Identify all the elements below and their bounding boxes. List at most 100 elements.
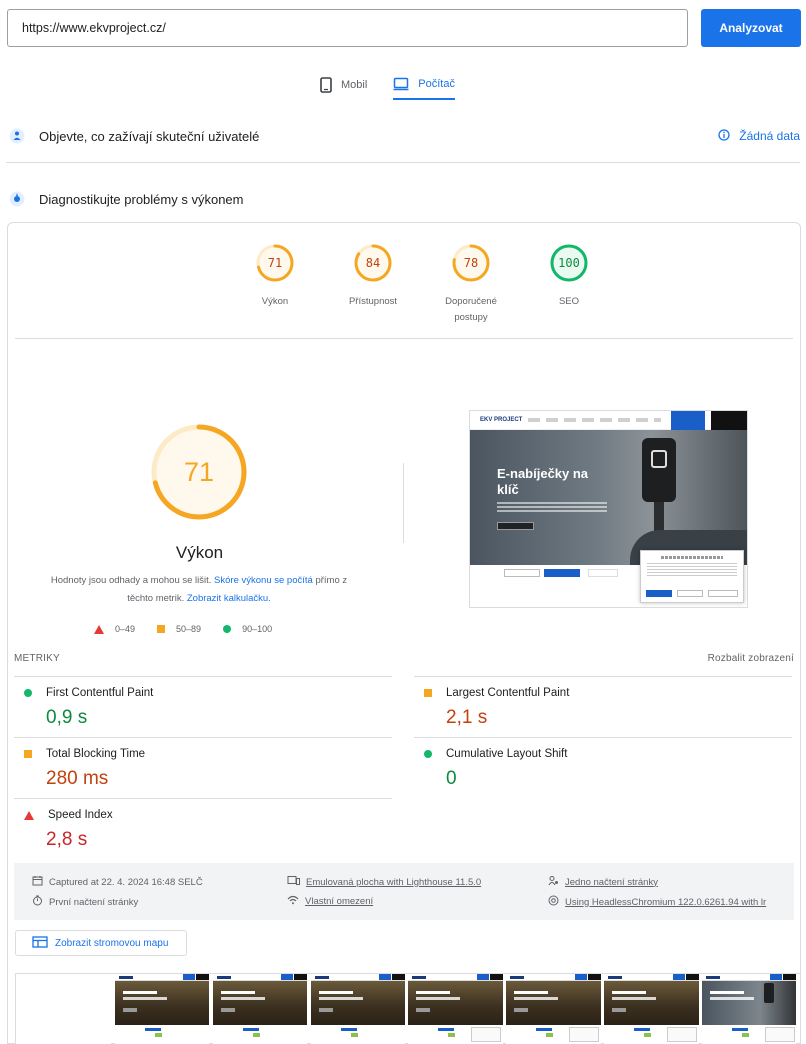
url-input[interactable]: https://www.ekvproject.cz/ bbox=[7, 9, 688, 47]
metric-fcp: First Contentful Paint 0,9 s bbox=[14, 676, 392, 737]
gauges-divider bbox=[15, 338, 793, 339]
legend-item-average: 50–89 bbox=[157, 624, 201, 634]
charger-image bbox=[642, 438, 676, 502]
filmstrip-frame bbox=[212, 974, 308, 1044]
metric-name: Cumulative Layout Shift bbox=[446, 748, 568, 760]
initial-load-text: První načtení stránky bbox=[49, 896, 139, 908]
calculator-link[interactable]: Zobrazit kalkulačku. bbox=[187, 593, 271, 604]
treemap-button[interactable]: Zobrazit stromovou mapu bbox=[15, 930, 187, 956]
throttling-text: Vlastní omezení bbox=[305, 896, 374, 907]
screenshot-button bbox=[544, 569, 580, 577]
metric-name: Largest Contentful Paint bbox=[446, 687, 570, 699]
square-icon bbox=[157, 625, 166, 633]
tab-mobile-label: Mobil bbox=[341, 79, 368, 91]
screenshot-button bbox=[588, 569, 618, 577]
calendar-icon bbox=[32, 875, 43, 889]
legend-item-poor: 0–49 bbox=[94, 624, 135, 634]
screenshot-hero-title: E-nabíječky na klíč bbox=[497, 466, 589, 497]
captured-info: Captured at 22. 4. 2024 16:48 SELČ bbox=[32, 875, 203, 889]
filmstrip-frame bbox=[16, 974, 112, 1044]
good-status-icon bbox=[424, 750, 432, 758]
legend-range: 50–89 bbox=[176, 624, 202, 634]
throttling-info[interactable]: Vlastní omezení bbox=[287, 895, 373, 908]
metric-value: 2,1 s bbox=[446, 707, 488, 728]
score-calc-link[interactable]: Skóre výkonu se počítá bbox=[214, 575, 313, 586]
analyze-button[interactable]: Analyzovat bbox=[701, 9, 801, 47]
screenshot-nav-button bbox=[671, 411, 705, 430]
device-icon bbox=[287, 875, 300, 889]
poor-status-icon bbox=[24, 810, 34, 820]
metric-header: Cumulative Layout Shift bbox=[424, 748, 567, 760]
lab-icon bbox=[9, 191, 25, 207]
score-gauge-performance[interactable]: 71 Výkon bbox=[226, 243, 324, 326]
metric-name: First Contentful Paint bbox=[46, 687, 154, 699]
legend-range: 90–100 bbox=[242, 624, 273, 634]
metric-value: 2,8 s bbox=[46, 829, 88, 850]
run-info-box: Captured at 22. 4. 2024 16:48 SELČ Emulo… bbox=[14, 863, 794, 920]
screenshot-hero: E-nabíječky na klíč bbox=[470, 430, 747, 565]
metric-value: 0 bbox=[446, 768, 457, 789]
single-load-info[interactable]: Jedno načtení stránky bbox=[548, 875, 658, 889]
filmstrip-frame bbox=[310, 974, 405, 1044]
performance-title: Výkon bbox=[175, 543, 224, 562]
score-label: Přístupnost bbox=[348, 296, 398, 307]
chrome-icon bbox=[548, 895, 559, 909]
screenshot-hero-button bbox=[497, 522, 534, 530]
gauge-ring: 78 bbox=[451, 243, 491, 283]
emulated-info[interactable]: Emulovaná plocha with Lighthouse 11.5.0 bbox=[287, 875, 481, 889]
filmstrip-frame bbox=[604, 974, 699, 1044]
score-label: SEO bbox=[558, 296, 580, 307]
page-screenshot: EKV PROJECT E-nabíječky na klíč bbox=[469, 410, 748, 608]
metric-header: Largest Contentful Paint bbox=[424, 687, 569, 699]
url-input-value: https://www.ekvproject.cz/ bbox=[22, 21, 166, 35]
filmstrip-frame bbox=[114, 974, 210, 1044]
average-status-icon bbox=[24, 750, 32, 758]
browser-text: Using HeadlessChromium 122.0.6261.94 wit… bbox=[565, 896, 767, 908]
metric-value: 0,9 s bbox=[46, 707, 88, 728]
score-gauge-best-practices[interactable]: 78 Doporučené postupy bbox=[422, 243, 520, 326]
screenshot-nav-button-dark bbox=[711, 411, 747, 430]
metric-tbt: Total Blocking Time 280 ms bbox=[14, 737, 392, 798]
treemap-icon bbox=[32, 935, 48, 951]
field-data-title: Objevte, co zažívají skuteční uživatelé bbox=[39, 128, 260, 144]
metric-cls: Cumulative Layout Shift 0 bbox=[414, 737, 792, 798]
gauge-ring: 71 bbox=[255, 243, 295, 283]
score-value: 78 bbox=[463, 256, 479, 270]
score-label: Doporučené postupy bbox=[445, 296, 497, 323]
score-legend: 0–49 50–89 90–100 bbox=[94, 624, 272, 634]
diagnose-title: Diagnostikujte problémy s výkonem bbox=[39, 191, 244, 207]
tab-mobile[interactable]: Mobil bbox=[320, 70, 367, 100]
score-gauge-seo[interactable]: 100 SEO bbox=[520, 243, 618, 326]
device-tabs: Mobil Počítač bbox=[320, 70, 455, 100]
phone-icon bbox=[320, 77, 332, 93]
metric-value: 280 ms bbox=[46, 768, 109, 789]
metric-header: Total Blocking Time bbox=[24, 748, 145, 760]
filmstrip-frame bbox=[408, 974, 503, 1044]
tab-desktop[interactable]: Počítač bbox=[393, 70, 455, 100]
performance-description: Hodnoty jsou odhady a mohou se lišit. Sk… bbox=[38, 572, 360, 608]
browser-info[interactable]: Using HeadlessChromium 122.0.6261.94 wit… bbox=[548, 895, 766, 909]
average-status-icon bbox=[424, 689, 432, 697]
gauge-ring: 100 bbox=[549, 243, 589, 283]
screenshot-hero-text bbox=[497, 502, 607, 512]
metric-header: Speed Index bbox=[24, 809, 113, 821]
performance-gauge: 71 bbox=[149, 422, 249, 522]
legend-item-good: 90–100 bbox=[223, 624, 272, 634]
no-data-label: Žádná data bbox=[739, 129, 800, 143]
treemap-label: Zobrazit stromovou mapu bbox=[55, 937, 169, 949]
score-value: 71 bbox=[267, 256, 283, 270]
no-data-link[interactable]: Žádná data bbox=[718, 124, 800, 148]
metric-name: Speed Index bbox=[48, 809, 113, 821]
expand-view-button[interactable]: Rozbalit zobrazení bbox=[708, 653, 794, 664]
metric-header: First Contentful Paint bbox=[24, 687, 153, 699]
good-status-icon bbox=[24, 689, 32, 697]
score-gauge-accessibility[interactable]: 84 Přístupnost bbox=[324, 243, 422, 326]
people-icon bbox=[548, 875, 559, 889]
initial-load-info: První načtení stránky bbox=[32, 895, 138, 909]
screenshot-nav: EKV PROJECT bbox=[470, 411, 747, 430]
metric-lcp: Largest Contentful Paint 2,1 s bbox=[414, 676, 792, 737]
timer-icon bbox=[32, 895, 43, 909]
metric-name: Total Blocking Time bbox=[46, 748, 146, 760]
screenshot-logo: EKV PROJECT bbox=[480, 417, 523, 423]
vertical-divider bbox=[403, 463, 404, 543]
